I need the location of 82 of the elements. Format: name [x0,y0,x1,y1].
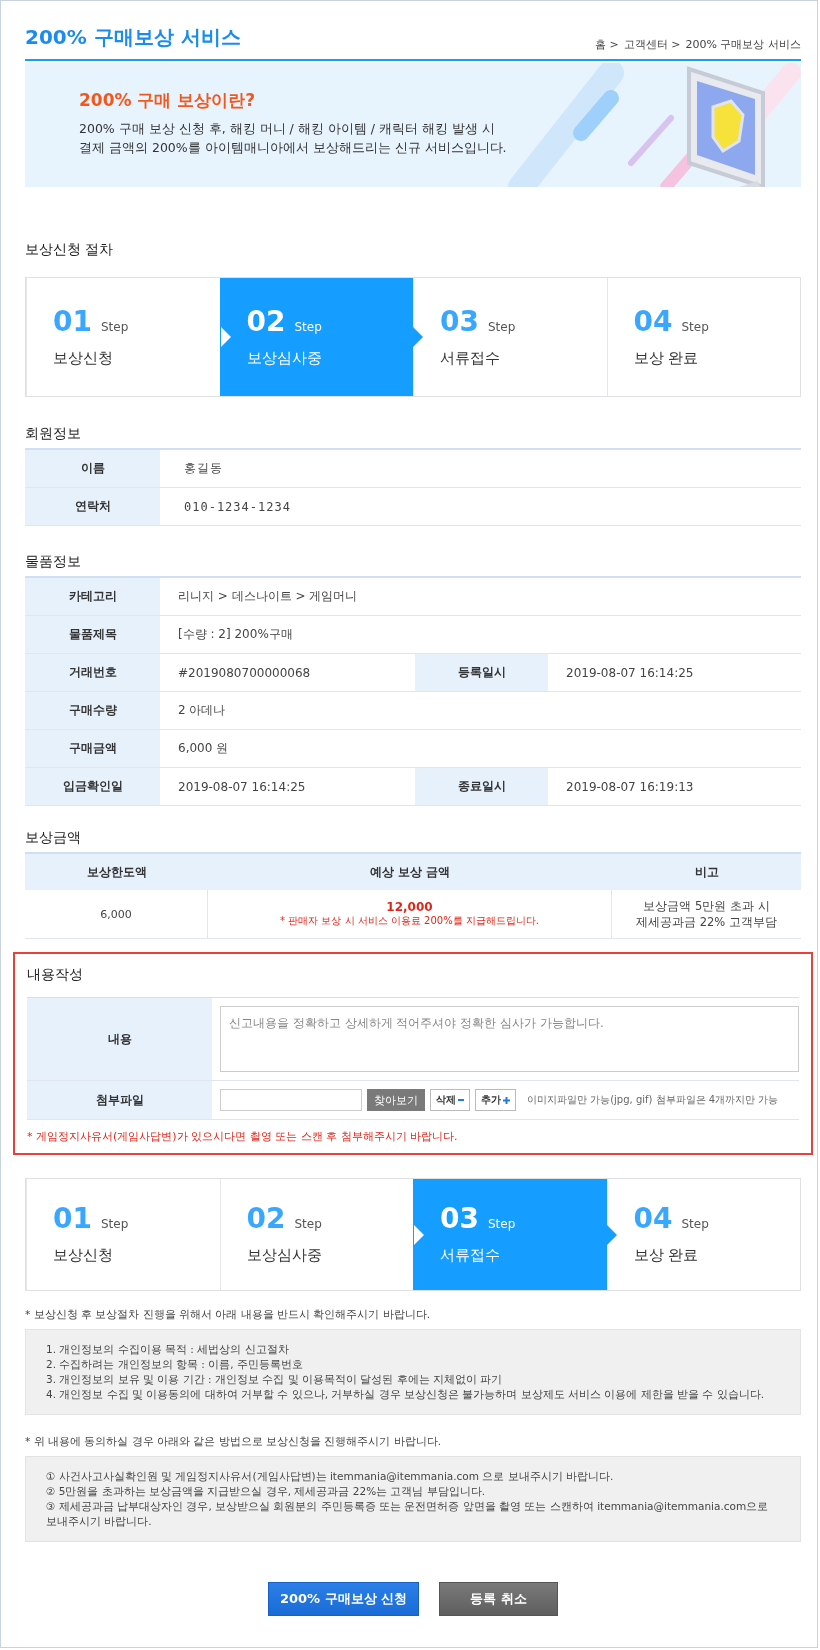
browse-button[interactable]: 찾아보기 [367,1089,425,1111]
plus-icon [503,1096,510,1104]
page-title: 200% 구매보상 서비스 [25,24,241,51]
minus-icon [458,1099,464,1101]
notice-text: 1. 개인정보의 수집이용 목적 : 세법상의 신고절차 [46,1342,290,1357]
notice-caption: * 위 내용에 동의하실 경우 아래와 같은 방법으로 보상신청을 진행해주시기 바랍니다. [25,1435,442,1449]
field-value: 2 아데나 [160,692,801,730]
step-label: 서류접수 [440,1246,501,1265]
field-label: 내용 [27,998,212,1081]
step-number: 03 [440,1204,479,1234]
step-label: 보상신청 [53,1246,114,1265]
notice-caption: * 보상신청 후 보상절차 진행을 위해서 아래 내용을 반드시 확인해주시기 바랍니다. [25,1308,431,1322]
step-unit: Step [487,319,516,334]
expected-amount: 12,000 [386,900,433,914]
section-title: 보상신청 절차 [25,241,114,257]
warning-text: * 게임정지사유서(게임사답변)가 있으시다면 촬영 또는 스캔 후 첨부해주시기 바랍니다. [27,1129,459,1144]
remark-text: 제세공과금 22% 고객부담 [636,914,777,930]
step-label: 서류접수 [440,348,501,368]
section-title: 회원정보 [25,425,81,441]
add-button[interactable]: 추가 [475,1089,516,1111]
content-field[interactable]: 신고내용을 정확하고 상세하게 적어주셔야 정확한 심사가 가능합니다. [220,1006,799,1072]
section-title: 보상금액 [25,829,81,845]
step-unit: Step [100,319,129,334]
field-label: 등록일시 [415,654,548,692]
secondary-button[interactable]: 등록 취소 [439,1582,558,1616]
field-label: 입금확인일 [25,768,160,806]
step-number: 02 [246,306,286,337]
field-label: 이름 [25,450,160,488]
field-label: 물품제목 [25,616,160,654]
field-value: 2019-08-07 16:19:13 [548,768,801,806]
notice-text: 2. 수집하려는 개인정보의 항목 : 이름, 주민등록번호 [46,1357,304,1372]
banner-text: 200% 구매 보상 신청 후, 해킹 머니 / 해킹 아이템 / 캐릭터 해킹 발생 시 [79,120,496,138]
step-label: 보상 완료 [633,1246,700,1265]
notice-text: ③ 제세공과금 납부대상자인 경우, 보상받으실 회원분의 주민등록증 또는 운전면허증 앞면을 촬영 또는 스캔하여 itemmania@itemmania.com으로 보내주시기 바랍니다. [46,1499,770,1529]
table-cell: 6,000 [25,890,208,939]
section-title: 물품정보 [25,553,81,569]
amount-note: * 판매자 보상 시 서비스 이용료 200%를 지급해드립니다. [280,914,539,928]
field-label: 거래번호 [25,654,160,692]
column-header: 예상 보상 금액 [208,854,612,890]
notice-text: 4. 개인정보 수집 및 이용동의에 대하여 거부할 수 있으나, 거부하실 경우 보상신청은 불가능하며 보상제도 서비스 이용에 제한을 받을 수 있습니다. [46,1387,766,1402]
field-value: 2019-08-07 16:14:25 [548,654,801,692]
file-field[interactable] [220,1089,362,1111]
step-label: 보상심사중 [246,348,323,368]
field-value: 010-1234-1234 [160,488,801,526]
breadcrumb-link[interactable]: 200% 구매보상 서비스 [685,37,801,52]
step-label: 보상심사중 [246,1246,323,1265]
breadcrumb-link[interactable]: 홈 > [595,37,619,52]
field-label: 첨부파일 [27,1081,212,1120]
step-unit: Step [294,1217,322,1231]
step-unit: Step [487,1217,516,1231]
column-header: 보상한도액 [25,854,208,890]
section-title: 내용작성 [27,966,84,984]
field-label: 구매수량 [25,692,160,730]
field-value: 리니지 > 데스나이트 > 게임머니 [160,578,801,616]
step-label: 보상 완료 [633,348,700,368]
breadcrumb-link[interactable]: 고객센터 > [623,37,681,52]
field-label: 종료일시 [415,768,548,806]
primary-button[interactable]: 200% 구매보상 신청 [268,1582,419,1616]
notice-text: ② 5만원을 초과하는 보상금액을 지급받으실 경우, 제세공과금 22%는 고객님 부담입니다. [46,1484,487,1499]
field-label: 카테고리 [25,578,160,616]
step-number: 04 [633,306,673,337]
step-unit: Step [100,1217,129,1231]
banner-text: 결제 금액의 200%를 아이템매니아에서 보상해드리는 신규 서비스입니다. [79,139,507,157]
remark-text: 보상금액 5만원 초과 시 [643,898,770,914]
step-unit: Step [681,319,709,334]
step-label: 보상신청 [53,348,114,368]
step-unit: Step [294,319,322,334]
column-header: 비고 [612,854,801,890]
notice-text: ① 사건사고사실확인원 및 게임정지사유서(게임사답변)는 itemmania@itemmania.com 으로 보내주시기 바랍니다. [46,1469,615,1484]
banner-heading: 200% 구매 보상이란? [79,89,257,112]
step-number: 01 [53,306,92,337]
step-number: 04 [633,1204,673,1234]
field-label: 연락처 [25,488,160,526]
attachment-hint: 이미지파일만 가능(jpg, gif) 첨부파일은 4개까지만 가능 [527,1093,779,1107]
step-number: 03 [440,306,479,337]
step-number: 02 [246,1204,286,1234]
field-label: 구매금액 [25,730,160,768]
notice-text: 3. 개인정보의 보유 및 이용 기간 : 개인정보 수집 및 이용목적이 달성된 후에는 지체없이 파기 [46,1372,504,1387]
step-unit: Step [681,1217,709,1231]
field-value: 홍길동 [160,450,801,488]
step-number: 01 [53,1204,92,1234]
delete-button[interactable]: 삭제 [430,1089,470,1111]
